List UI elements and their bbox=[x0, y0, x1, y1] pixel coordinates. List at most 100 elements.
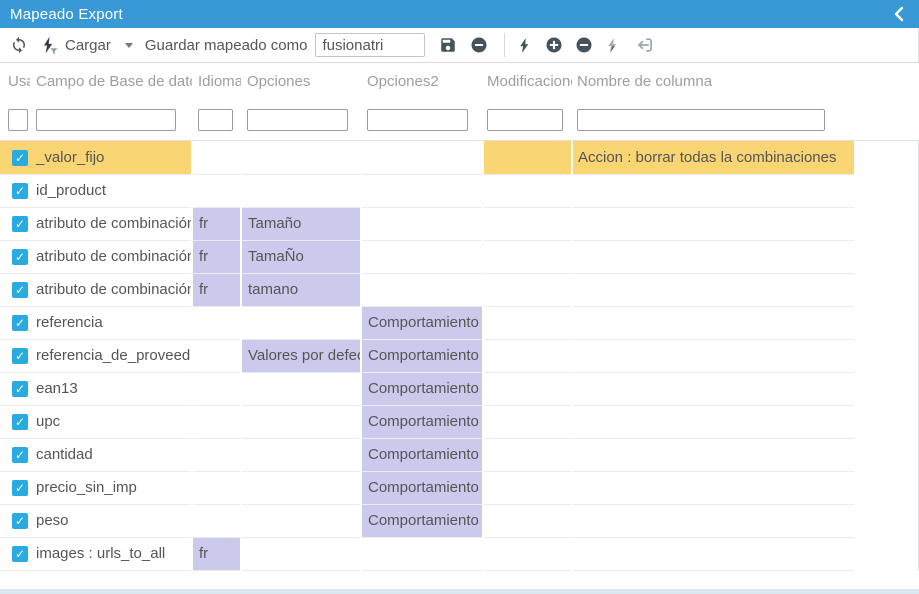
cell-opciones2[interactable] bbox=[361, 174, 483, 207]
run-all-button[interactable] bbox=[517, 36, 533, 55]
row-checkbox[interactable]: ✓ bbox=[12, 216, 28, 232]
cell-nombre[interactable] bbox=[572, 471, 855, 504]
cell-opciones2[interactable]: Comportamiento p bbox=[361, 339, 483, 372]
cell-campo[interactable]: upc bbox=[30, 405, 192, 438]
cell-nombre[interactable] bbox=[572, 537, 855, 570]
cell-nombre[interactable]: Accion : borrar todas la combinaciones bbox=[572, 141, 855, 174]
cell-modificaciones[interactable] bbox=[483, 339, 572, 372]
cell-idioma[interactable]: fr bbox=[192, 273, 241, 306]
cell-campo[interactable]: atributo de combinación bbox=[30, 273, 192, 306]
cell-modificaciones[interactable] bbox=[483, 471, 572, 504]
cell-campo[interactable]: atributo de combinación bbox=[30, 240, 192, 273]
cell-modificaciones[interactable] bbox=[483, 405, 572, 438]
filter-input-idioma[interactable] bbox=[198, 109, 233, 131]
back-button[interactable] bbox=[633, 35, 655, 55]
row-checkbox[interactable]: ✓ bbox=[12, 546, 28, 562]
cell-idioma[interactable] bbox=[192, 471, 241, 504]
cell-modificaciones[interactable] bbox=[483, 141, 572, 174]
cell-opciones[interactable] bbox=[241, 438, 361, 471]
cell-idioma[interactable] bbox=[192, 504, 241, 537]
cell-opciones[interactable]: Tamaño bbox=[241, 207, 361, 240]
cell-modificaciones[interactable] bbox=[483, 372, 572, 405]
cell-campo[interactable]: id_product bbox=[30, 174, 192, 207]
row-checkbox[interactable]: ✓ bbox=[12, 447, 28, 463]
cell-nombre[interactable] bbox=[572, 207, 855, 240]
filter-input-opciones[interactable] bbox=[247, 109, 348, 131]
cell-opciones[interactable] bbox=[241, 471, 361, 504]
cell-nombre[interactable] bbox=[572, 174, 855, 207]
cell-modificaciones[interactable] bbox=[483, 537, 572, 570]
row-checkbox[interactable]: ✓ bbox=[12, 348, 28, 364]
filter-input-nombre[interactable] bbox=[577, 109, 825, 131]
cell-opciones2[interactable] bbox=[361, 141, 483, 174]
save-mapping-button[interactable] bbox=[439, 36, 457, 54]
row-checkbox[interactable]: ✓ bbox=[12, 249, 28, 265]
cell-nombre[interactable] bbox=[572, 273, 855, 306]
cell-modificaciones[interactable] bbox=[483, 207, 572, 240]
cell-idioma[interactable] bbox=[192, 438, 241, 471]
cell-opciones[interactable]: TamaÑo bbox=[241, 240, 361, 273]
cell-modificaciones[interactable] bbox=[483, 174, 572, 207]
row-checkbox[interactable]: ✓ bbox=[12, 414, 28, 430]
cell-nombre[interactable] bbox=[572, 240, 855, 273]
cell-idioma[interactable]: fr bbox=[192, 537, 241, 570]
cell-idioma[interactable] bbox=[192, 174, 241, 207]
cell-idioma[interactable] bbox=[192, 372, 241, 405]
cell-opciones2[interactable]: Comportamiento p bbox=[361, 438, 483, 471]
cell-idioma[interactable] bbox=[192, 339, 241, 372]
cell-opciones[interactable]: Valores por defecto bbox=[241, 339, 361, 372]
cell-opciones[interactable] bbox=[241, 141, 361, 174]
filter-input-modificaciones[interactable] bbox=[487, 109, 563, 131]
cell-opciones[interactable] bbox=[241, 174, 361, 207]
load-mapping-button[interactable]: Cargar bbox=[40, 36, 111, 55]
row-checkbox[interactable]: ✓ bbox=[12, 150, 28, 166]
cell-campo[interactable]: ean13 bbox=[30, 372, 192, 405]
chevron-left-icon[interactable] bbox=[891, 5, 907, 23]
row-checkbox[interactable]: ✓ bbox=[12, 381, 28, 397]
cell-campo[interactable]: _valor_fijo bbox=[30, 141, 192, 174]
cell-campo[interactable]: cantidad bbox=[30, 438, 192, 471]
row-checkbox[interactable]: ✓ bbox=[12, 513, 28, 529]
cell-opciones2[interactable]: Comportamiento p bbox=[361, 405, 483, 438]
cell-campo[interactable]: referencia_de_proveedor bbox=[30, 339, 192, 372]
cell-nombre[interactable] bbox=[572, 372, 855, 405]
filter-input-usa[interactable] bbox=[8, 109, 28, 131]
caret-down-icon[interactable] bbox=[125, 43, 133, 48]
cell-campo[interactable]: images : urls_to_all bbox=[30, 537, 192, 570]
cell-opciones2[interactable] bbox=[361, 273, 483, 306]
cell-modificaciones[interactable] bbox=[483, 438, 572, 471]
cell-idioma[interactable] bbox=[192, 405, 241, 438]
cell-idioma[interactable]: fr bbox=[192, 240, 241, 273]
cell-modificaciones[interactable] bbox=[483, 273, 572, 306]
add-row-button[interactable] bbox=[545, 36, 563, 54]
cell-modificaciones[interactable] bbox=[483, 240, 572, 273]
cell-opciones[interactable] bbox=[241, 537, 361, 570]
row-checkbox[interactable]: ✓ bbox=[12, 183, 28, 199]
cell-modificaciones[interactable] bbox=[483, 504, 572, 537]
run-partial-button[interactable] bbox=[605, 36, 621, 55]
cell-campo[interactable]: referencia bbox=[30, 306, 192, 339]
cell-idioma[interactable] bbox=[192, 306, 241, 339]
cell-modificaciones[interactable] bbox=[483, 306, 572, 339]
cell-opciones2[interactable]: Comportamiento p bbox=[361, 372, 483, 405]
cell-opciones2[interactable] bbox=[361, 240, 483, 273]
refresh-button[interactable] bbox=[10, 36, 28, 54]
cell-nombre[interactable] bbox=[572, 504, 855, 537]
row-checkbox[interactable]: ✓ bbox=[12, 480, 28, 496]
cell-nombre[interactable] bbox=[572, 405, 855, 438]
cell-opciones2[interactable] bbox=[361, 207, 483, 240]
cell-nombre[interactable] bbox=[572, 306, 855, 339]
cell-idioma[interactable]: fr bbox=[192, 207, 241, 240]
cell-opciones2[interactable]: Comportamiento p bbox=[361, 471, 483, 504]
delete-mapping-button[interactable] bbox=[470, 36, 488, 54]
cell-nombre[interactable] bbox=[572, 339, 855, 372]
cell-idioma[interactable] bbox=[192, 141, 241, 174]
remove-row-button[interactable] bbox=[575, 36, 593, 54]
cell-opciones[interactable] bbox=[241, 405, 361, 438]
cell-opciones[interactable]: tamano bbox=[241, 273, 361, 306]
cell-opciones[interactable] bbox=[241, 504, 361, 537]
filter-input-opciones2[interactable] bbox=[367, 109, 468, 131]
cell-opciones[interactable] bbox=[241, 306, 361, 339]
row-checkbox[interactable]: ✓ bbox=[12, 315, 28, 331]
cell-opciones[interactable] bbox=[241, 372, 361, 405]
